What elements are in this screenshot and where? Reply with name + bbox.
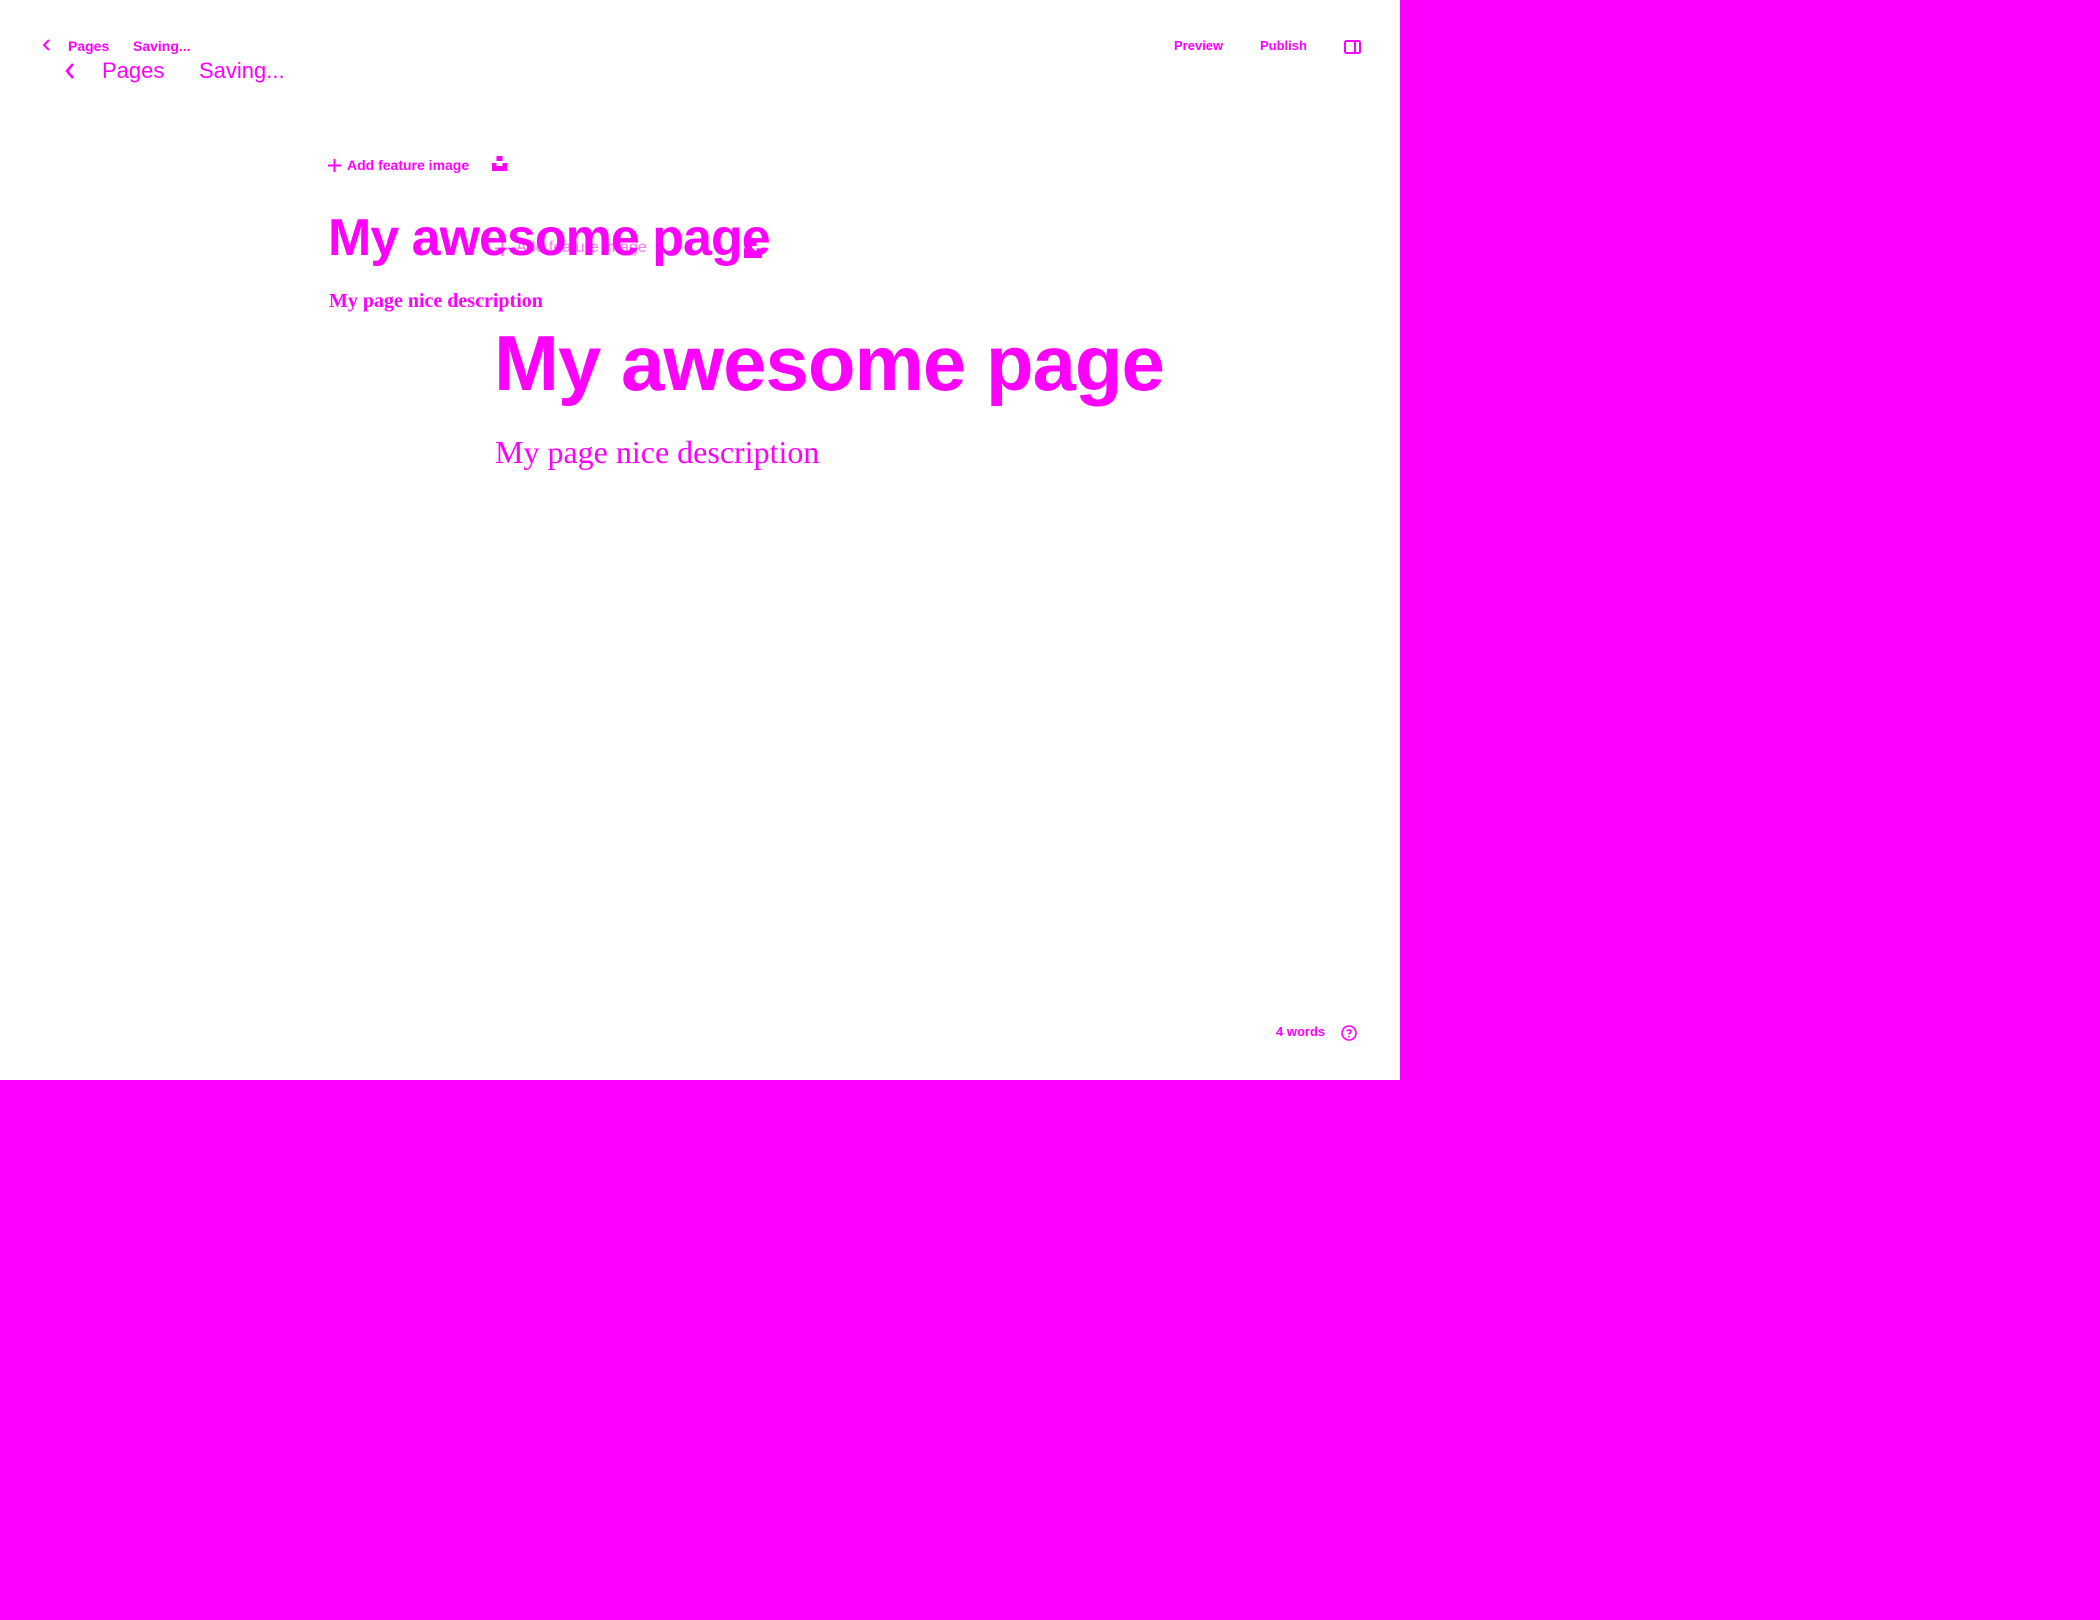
sidebar-toggle-icon[interactable] xyxy=(1344,40,1361,54)
post-title-large[interactable]: My awesome page xyxy=(494,318,1165,409)
publish-button[interactable]: Publish xyxy=(1260,38,1307,53)
question-circle-icon[interactable] xyxy=(1341,1025,1357,1041)
back-chevron-left-icon-large[interactable] xyxy=(64,62,76,80)
save-status: Saving... xyxy=(133,38,191,54)
breadcrumb-pages-link-large[interactable]: Pages xyxy=(102,58,164,84)
ghost-add-feature-image: Add feature image xyxy=(495,239,647,257)
post-excerpt-large[interactable]: My page nice description xyxy=(495,434,819,471)
post-excerpt[interactable]: My page nice description xyxy=(329,290,543,313)
back-chevron-left-icon[interactable] xyxy=(42,39,52,51)
save-status-large: Saving... xyxy=(199,58,285,83)
editor-canvas: Pages Saving... Preview Publish Add feat… xyxy=(0,0,1400,1080)
ghost-add-feature-image-label: Add feature image xyxy=(516,239,647,256)
unsplash-icon xyxy=(744,240,762,258)
plus-icon xyxy=(328,158,341,172)
add-feature-image-button[interactable]: Add feature image xyxy=(328,157,469,173)
post-title[interactable]: My awesome page xyxy=(328,208,771,268)
unsplash-icon[interactable] xyxy=(492,156,507,171)
preview-button[interactable]: Preview xyxy=(1174,38,1223,53)
add-feature-image-label: Add feature image xyxy=(347,157,470,173)
plus-icon xyxy=(495,240,510,256)
breadcrumb-pages-link[interactable]: Pages xyxy=(68,38,109,54)
word-count: 4 words xyxy=(1276,1024,1326,1039)
